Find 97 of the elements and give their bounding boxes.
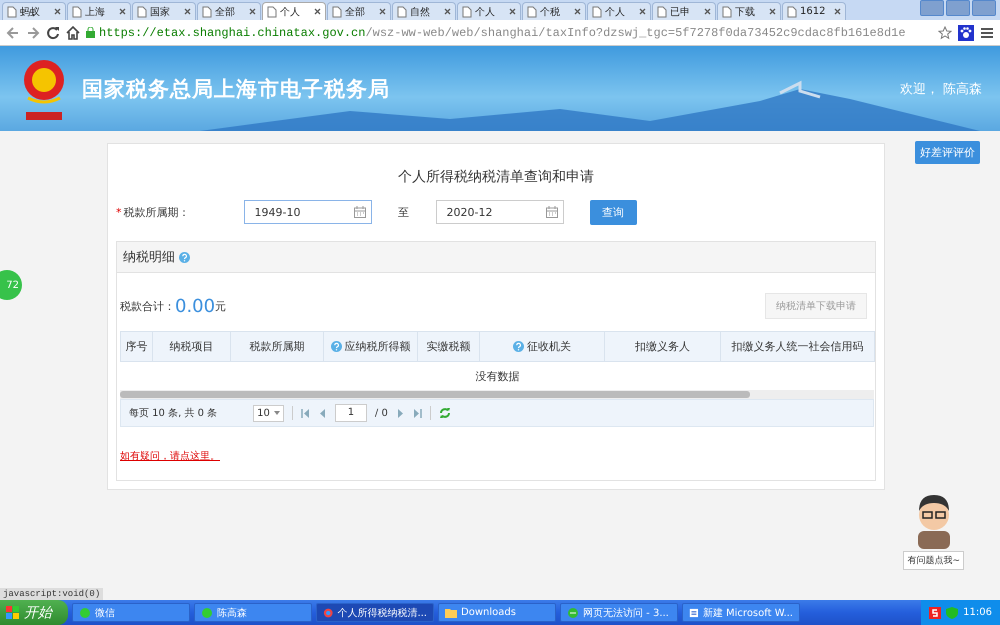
input-method-icon[interactable] [929, 606, 942, 618]
page-icon [332, 6, 342, 18]
column-header: 征收机关 [480, 332, 604, 362]
close-icon[interactable] [769, 8, 776, 15]
refresh-icon[interactable] [438, 407, 451, 419]
browser-tab[interactable]: 蚂蚁 [2, 2, 66, 20]
page-icon [267, 6, 277, 18]
close-icon[interactable] [119, 8, 126, 15]
chat-icon [79, 606, 91, 618]
browser-tab[interactable]: 下载 [717, 2, 781, 20]
column-header: 纳税项目 [152, 332, 230, 362]
caret-icon [274, 411, 280, 415]
page-icon [72, 6, 82, 18]
browser-tab[interactable]: 全部 [327, 2, 391, 20]
page-icon [397, 6, 407, 18]
column-header: 税款所属期 [230, 332, 324, 362]
help-icon[interactable] [179, 252, 190, 262]
range-separator: 至 [397, 204, 410, 220]
home-icon[interactable] [66, 26, 80, 40]
browser-tab[interactable]: 国家 [132, 2, 196, 20]
page-icon [527, 6, 537, 18]
clock-text: 11:06 [963, 607, 992, 618]
calendar-icon[interactable] [354, 206, 366, 218]
scrollbar-thumb[interactable] [120, 391, 750, 398]
close-icon[interactable] [379, 8, 386, 15]
panel-title: 纳税明细 [123, 249, 175, 266]
close-icon[interactable] [184, 8, 191, 15]
browser-icon [323, 606, 334, 618]
star-icon[interactable] [938, 26, 952, 40]
column-header: 扣缴义务人 [604, 332, 720, 362]
assistant-bubble[interactable]: 有问题点我~ [903, 551, 964, 570]
browser-tab[interactable]: 自然 [392, 2, 456, 20]
browser-tab[interactable]: 上海 [67, 2, 131, 20]
page-icon [202, 6, 212, 18]
taskbar-button[interactable]: 个人所得税纳税清... [316, 603, 434, 622]
field-label: 税款所属期： [124, 204, 190, 220]
help-icon[interactable] [330, 340, 342, 352]
document-icon [689, 606, 699, 618]
close-icon[interactable] [444, 8, 451, 15]
browser-tab[interactable]: 个人 [262, 2, 326, 20]
total-label: 税款合计： [120, 298, 175, 314]
page-icon [592, 6, 602, 18]
total-unit: 元 [215, 298, 226, 314]
chat-icon [201, 606, 213, 618]
page-icon [657, 6, 667, 18]
column-header: 扣缴义务人统一社会信用码 [720, 332, 874, 362]
browser-tab[interactable]: 全部 [197, 2, 261, 20]
close-icon[interactable] [509, 8, 516, 15]
welcome-text: 欢迎， 陈高森 [900, 80, 982, 98]
browser-tab[interactable]: 个税 [522, 2, 586, 20]
taskbar-button[interactable]: 陈高森 [194, 603, 312, 622]
status-text: javascript:void(0) [0, 588, 104, 600]
calendar-icon[interactable] [546, 206, 558, 218]
required-mark: * [116, 206, 122, 218]
page-icon [722, 6, 732, 18]
paw-icon[interactable] [958, 24, 974, 40]
browser-tab[interactable]: 个人 [587, 2, 651, 20]
windows-logo-icon [6, 606, 20, 620]
browser-tab[interactable]: 1612 [782, 2, 846, 20]
page-heading: 个人所得税纳税清单查询和申请 [397, 168, 595, 186]
taskbar-button[interactable]: Downloads [438, 603, 556, 622]
close-icon[interactable] [704, 8, 711, 15]
folder-icon [445, 606, 457, 618]
page-icon [462, 6, 472, 18]
date-field[interactable]: 1949-10 [244, 200, 372, 224]
empty-message: 没有数据 [120, 362, 874, 390]
close-icon[interactable] [54, 8, 61, 15]
total-value: 0.00 [175, 296, 216, 316]
column-header: 应纳税所得额 [324, 332, 418, 362]
site-title: 国家税务总局上海市电子税务局 [82, 76, 390, 102]
close-icon[interactable] [834, 8, 841, 15]
page-icon [137, 6, 147, 18]
pager-summary: 每页 10 条, 共 0 条 [129, 406, 218, 420]
forward-icon[interactable] [26, 26, 40, 40]
close-icon[interactable] [639, 8, 646, 15]
page-number-field[interactable]: 1 [334, 404, 367, 422]
page-icon [7, 6, 17, 18]
menu-icon[interactable] [980, 26, 994, 38]
reload-icon[interactable] [46, 26, 60, 40]
taskbar-button[interactable]: 微信 [72, 603, 190, 622]
taskbar-button[interactable]: 新建 Microsoft W... [682, 603, 800, 622]
help-icon[interactable] [513, 340, 524, 352]
close-icon[interactable] [249, 8, 256, 15]
close-icon[interactable] [574, 8, 581, 15]
help-link[interactable]: 如有疑问，请点这里。 [120, 449, 220, 463]
lock-icon [86, 27, 95, 38]
browser-tab[interactable]: 个人 [457, 2, 521, 20]
browser-tab[interactable]: 已申 [652, 2, 716, 20]
column-header: 序号 [120, 332, 152, 362]
column-header: 实缴税额 [418, 332, 480, 362]
page-size-select[interactable]: 10 [253, 404, 284, 422]
taskbar-button[interactable]: 网页无法访问 - 3... [560, 603, 678, 622]
date-field[interactable]: 2020-12 [436, 200, 564, 224]
close-icon[interactable] [314, 8, 321, 15]
back-icon[interactable] [6, 26, 20, 40]
page-icon [787, 6, 797, 18]
page-count: / 0 [374, 408, 388, 418]
